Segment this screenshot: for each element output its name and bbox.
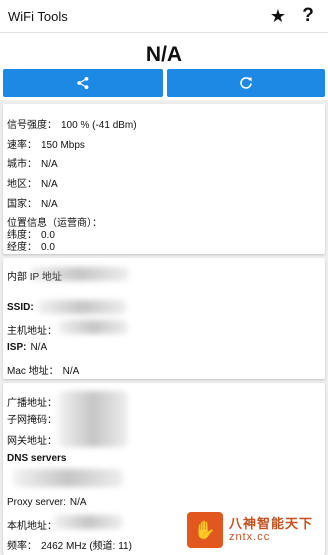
country-value: N/A <box>41 199 58 210</box>
mac-row: Mac 地址： N/A <box>7 362 79 377</box>
redacted-host <box>58 320 128 334</box>
proxy-row: Proxy server: N/A <box>7 497 87 508</box>
watermark-url: zntx.cc <box>229 531 271 544</box>
signal-card: 信号强度： 100 % (-41 dBm) 速率： 150 Mbps 城市： N/A … <box>3 104 325 254</box>
city-row: 城市： N/A <box>7 155 58 170</box>
redacted-addresses <box>58 391 128 447</box>
mask-label: 子网掩码： <box>7 415 57 426</box>
city-value: N/A <box>41 159 58 170</box>
mac-value: N/A <box>62 366 80 377</box>
longitude-value: 0.0 <box>41 242 55 253</box>
proxy-value: N/A <box>69 497 87 508</box>
isp-row: ISP: N/A <box>7 342 47 353</box>
local-label: 本机地址： <box>7 521 57 532</box>
signal-value: 100 % (-41 dBm) <box>61 120 137 131</box>
app-bar: WiFi Tools ★ ? <box>0 0 328 33</box>
host-label: 主机地址： <box>7 326 57 337</box>
country-row: 国家： N/A <box>7 195 58 210</box>
signal-row: 信号强度： 100 % (-41 dBm) <box>7 116 137 131</box>
dns-label: DNS servers <box>7 453 67 464</box>
city-label: 城市： <box>7 159 37 170</box>
status-value: N/A <box>145 43 183 66</box>
refresh-icon <box>240 77 252 89</box>
app-title: WiFi Tools <box>8 8 68 24</box>
refresh-button[interactable] <box>167 69 325 97</box>
watermark-logo-icon: ✋ <box>187 512 223 548</box>
share-button[interactable] <box>3 69 163 97</box>
speed-label: 速率： <box>7 140 37 151</box>
watermark-name: 八神智能天下 <box>229 515 314 531</box>
frequency-row: 频率： 2462 MHz (频道: 11) <box>7 537 132 552</box>
proxy-label: Proxy server: <box>7 497 66 508</box>
region-row: 地区： N/A <box>7 175 58 190</box>
share-icon <box>77 76 89 90</box>
gateway-label: 网关地址： <box>7 436 57 447</box>
longitude-label: 经度： <box>7 242 37 253</box>
redacted-ip <box>29 267 129 281</box>
isp-value: N/A <box>30 342 48 353</box>
network-card: 内部 IP 地址 SSID: 主机地址： ISP:N/A Mac 地址：N/A <box>3 258 325 379</box>
country-label: 国家： <box>7 199 37 210</box>
speed-value: 150 Mbps <box>41 140 85 151</box>
watermark: ✋ 八神智能天下 zntx.cc <box>185 505 328 555</box>
redacted-ssid <box>37 300 127 314</box>
frequency-value: 2462 MHz (频道: 11) <box>41 541 132 552</box>
star-icon[interactable]: ★ <box>266 4 290 28</box>
signal-label: 信号强度： <box>7 120 57 131</box>
redacted-local <box>53 515 123 529</box>
region-label: 地区： <box>7 179 37 190</box>
longitude-row: 经度： 0.0 <box>7 238 55 253</box>
speed-row: 速率： 150 Mbps <box>7 136 85 151</box>
redacted-dns <box>13 469 123 487</box>
frequency-label: 频率： <box>7 541 37 552</box>
status-area: N/A <box>0 33 328 100</box>
broadcast-label: 广播地址： <box>7 398 57 409</box>
isp-label: ISP: <box>7 342 27 353</box>
help-icon[interactable]: ? <box>296 4 320 28</box>
ssid-label: SSID: <box>7 302 34 313</box>
mac-label: Mac 地址： <box>7 366 59 377</box>
region-value: N/A <box>41 179 58 190</box>
